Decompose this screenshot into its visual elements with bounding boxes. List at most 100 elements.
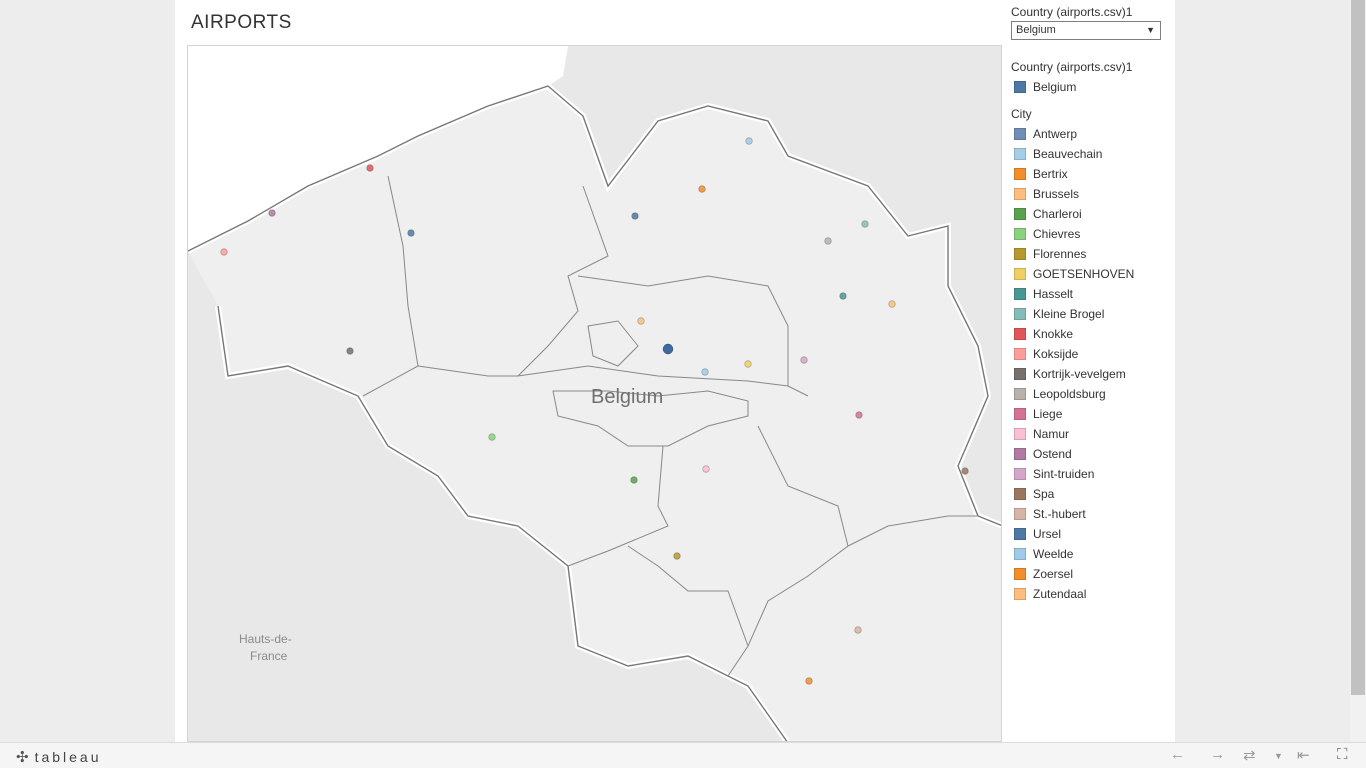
airport-point-spa[interactable] [961,467,969,475]
legend-label: Ursel [1033,527,1062,541]
revert-icon[interactable]: ⇄ [1243,746,1256,764]
legend-city-item[interactable]: Liege [1014,406,1062,422]
country-label: Belgium [591,386,663,408]
revert-all-icon[interactable]: ⇤ [1297,746,1310,764]
legend-label: Knokke [1033,327,1074,341]
airport-point-beauvechain[interactable] [701,368,709,376]
airport-point-leopoldsburg[interactable] [824,237,832,245]
legend-swatch [1014,128,1026,140]
legend-label: Koksijde [1033,347,1079,361]
airport-point-sint-truiden[interactable] [800,356,808,364]
legend-label: Zutendaal [1033,587,1087,601]
legend-city-item[interactable]: Chievres [1014,226,1080,242]
legend-city-item[interactable]: Bertrix [1014,166,1068,182]
airport-point-liege[interactable] [855,411,863,419]
airport-point-koksijde[interactable] [220,248,228,256]
fullscreen-icon[interactable]: ⛶ [1337,746,1348,763]
legend-swatch [1014,408,1026,420]
legend-label: Bertrix [1033,167,1068,181]
legend-swatch [1014,528,1026,540]
legend-city-item[interactable]: Namur [1014,426,1069,442]
legend-city-item[interactable]: Weelde [1014,546,1073,562]
legend-label: Namur [1033,427,1070,441]
airport-point-bertrix[interactable] [805,677,813,685]
legend-city-item[interactable]: Florennes [1014,246,1086,262]
legend-label: Kortrijk-vevelgem [1033,367,1126,381]
legend-swatch [1014,328,1026,340]
airport-point-st-hubert[interactable] [854,626,862,634]
legend-swatch [1014,388,1026,400]
legend-city-item[interactable]: Koksijde [1014,346,1078,362]
legend-city-item[interactable]: Antwerp [1014,126,1077,142]
legend-swatch [1014,208,1026,220]
legend-swatch [1014,308,1026,320]
legend-swatch [1014,228,1026,240]
legend-country-item[interactable]: Belgium [1014,79,1076,95]
legend-city-item[interactable]: Kleine Brogel [1014,306,1104,322]
legend-city-item[interactable]: Sint-truiden [1014,466,1094,482]
scrollbar-thumb[interactable] [1351,0,1365,695]
airport-point-kortrijk-vevelgem[interactable] [346,347,354,355]
map-canvas[interactable]: Belgium Hauts-de- France [188,46,1002,742]
legend-city-item[interactable]: Hasselt [1014,286,1073,302]
airport-point-weelde[interactable] [745,137,753,145]
legend-swatch [1014,468,1026,480]
filter-title: Country (airports.csv)1 [1011,5,1133,19]
airport-point-charleroi[interactable] [630,476,638,484]
legend-label: Florennes [1033,247,1087,261]
airport-point-brussels[interactable] [637,317,645,325]
legend-city-item[interactable]: Charleroi [1014,206,1082,222]
legend-swatch [1014,488,1026,500]
legend-label: Hasselt [1033,287,1074,301]
legend-city-item[interactable]: Zutendaal [1014,586,1086,602]
legend-city-item[interactable]: GOETSENHOVEN [1014,266,1134,282]
legend-label: Belgium [1033,80,1077,94]
airport-point-antwerp[interactable] [631,212,639,220]
legend-label: Leopoldsburg [1033,387,1106,401]
airport-point-florennes[interactable] [673,552,681,560]
airport-point-knokke[interactable] [366,164,374,172]
region-label-hauts-de-france-2: France [250,649,288,663]
airport-point-kleine-brogel[interactable] [861,220,869,228]
country-filter-dropdown[interactable]: Belgium ▼ [1011,21,1161,40]
airport-point-ostend[interactable] [268,209,276,217]
redo-icon[interactable]: → [1210,746,1225,763]
legend-city-item[interactable]: Leopoldsburg [1014,386,1106,402]
revert-dropdown-icon[interactable]: ▼ [1274,751,1283,761]
legend-label: St.-hubert [1033,507,1086,521]
legend-swatch [1014,548,1026,560]
legend-city-item[interactable]: Beauvechain [1014,146,1102,162]
legend-swatch [1014,348,1026,360]
airport-point-goetsenhoven[interactable] [744,360,752,368]
legend-city-item[interactable]: Kortrijk-vevelgem [1014,366,1126,382]
country-filter-value: Belgium [1016,24,1056,36]
legend-country-title: Country (airports.csv)1 [1011,60,1133,74]
airport-point-zutendaal[interactable] [888,300,896,308]
airport-point-zoersel[interactable] [698,185,706,193]
legend-label: Charleroi [1033,207,1082,221]
airport-point-belgium[interactable] [662,343,674,355]
legend-label: Sint-truiden [1033,467,1095,481]
legend-city-item[interactable]: Ostend [1014,446,1072,462]
airport-point-ursel[interactable] [407,229,415,237]
legend-city-item[interactable]: Spa [1014,486,1054,502]
legend-city-item[interactable]: St.-hubert [1014,506,1086,522]
legend-label: Kleine Brogel [1033,307,1105,321]
legend-swatch [1014,568,1026,580]
airport-point-hasselt[interactable] [839,292,847,300]
map-view[interactable]: Belgium Hauts-de- France [187,45,1002,742]
tableau-logo: ✣ tableau [16,748,102,766]
legend-city-item[interactable]: Ursel [1014,526,1061,542]
airport-point-chievres[interactable] [488,433,496,441]
legend-label: GOETSENHOVEN [1033,267,1135,281]
undo-icon[interactable]: ← [1170,746,1185,763]
tableau-logo-text: tableau [34,749,102,765]
legend-city-item[interactable]: Brussels [1014,186,1079,202]
legend-swatch [1014,81,1026,93]
airport-point-namur[interactable] [702,465,710,473]
legend-swatch [1014,588,1026,600]
tableau-logo-icon: ✣ [16,749,29,766]
dropdown-arrow-icon: ▼ [1146,25,1155,35]
legend-city-item[interactable]: Knokke [1014,326,1073,342]
legend-city-item[interactable]: Zoersel [1014,566,1073,582]
